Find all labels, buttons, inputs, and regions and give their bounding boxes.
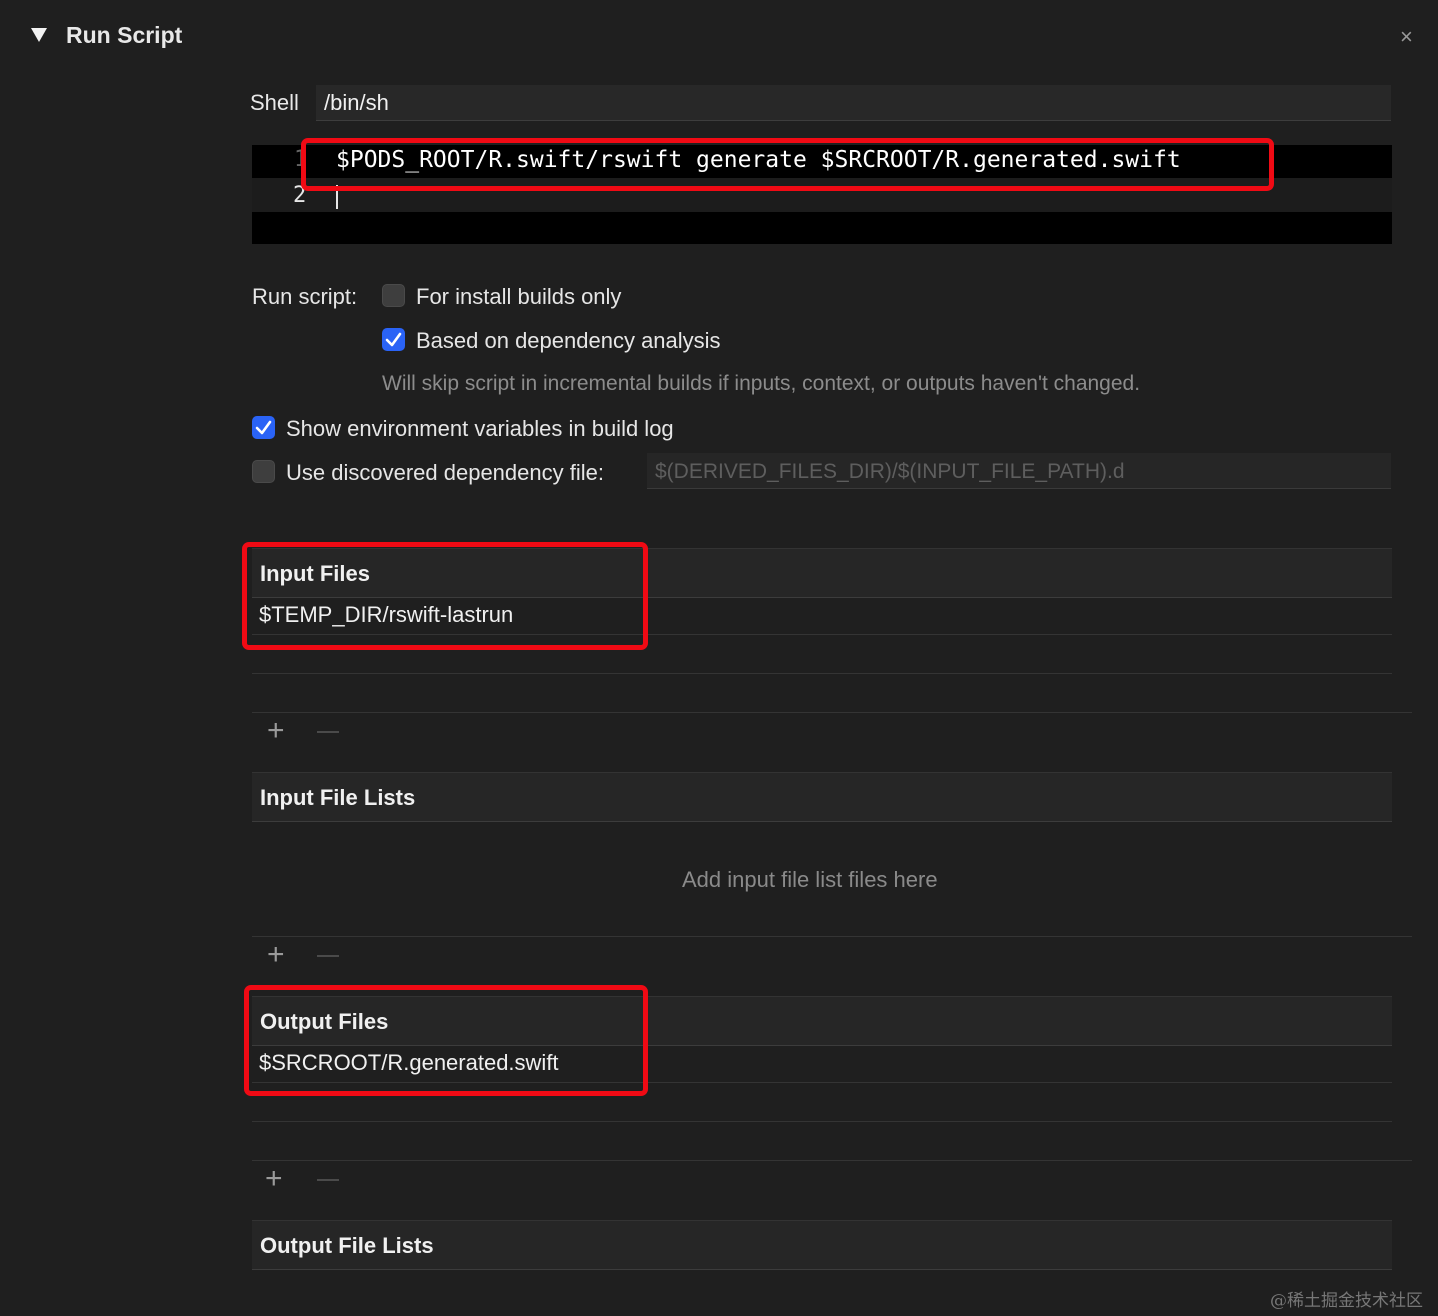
use-dep-file-checkbox[interactable] [252, 460, 275, 483]
dep-file-input[interactable]: $(DERIVED_FILES_DIR)/$(INPUT_FILE_PATH).… [647, 453, 1391, 489]
output-file-lists-header: Output File Lists [252, 1220, 1392, 1270]
shell-input[interactable]: /bin/sh [316, 85, 1391, 121]
install-builds-label: For install builds only [416, 284, 622, 309]
input-file-lists-header: Input File Lists [252, 772, 1392, 822]
dependency-analysis-checkbox[interactable] [382, 328, 405, 351]
table-bottom-divider [252, 712, 1412, 713]
install-builds-checkbox[interactable] [382, 284, 405, 307]
row-divider [252, 1121, 1392, 1122]
highlight-box-script [301, 138, 1274, 191]
show-env-vars-label: Show environment variables in build log [286, 416, 674, 441]
remove-output-file-button[interactable] [317, 1179, 339, 1181]
add-input-file-list-button[interactable]: + [267, 940, 285, 970]
checkmark-icon [385, 332, 402, 347]
disclosure-triangle-icon[interactable] [30, 26, 48, 44]
close-icon[interactable]: × [1400, 24, 1413, 50]
remove-input-file-button[interactable] [317, 731, 339, 733]
watermark: @稀土掘金技术社区 [1270, 1291, 1423, 1311]
use-dep-file-label: Use discovered dependency file: [286, 460, 604, 485]
remove-input-file-list-button[interactable] [317, 955, 339, 957]
editor-bottom-band [252, 212, 1392, 244]
dependency-analysis-label: Based on dependency analysis [416, 328, 721, 353]
dependency-note: Will skip script in incremental builds i… [382, 372, 1141, 395]
add-input-file-button[interactable]: + [267, 716, 285, 746]
show-env-vars-checkbox[interactable] [252, 416, 275, 439]
checkmark-icon [255, 420, 272, 435]
table-bottom-divider [252, 936, 1412, 937]
run-script-label: Run script: [252, 284, 358, 309]
highlight-box-input-files [242, 542, 648, 650]
highlight-box-output-files [244, 985, 648, 1096]
shell-label: Shell [250, 90, 299, 115]
input-file-lists-placeholder: Add input file list files here [682, 867, 938, 892]
section-title: Run Script [66, 22, 183, 48]
row-divider [252, 673, 1392, 674]
table-bottom-divider [252, 1160, 1412, 1161]
add-output-file-button[interactable]: + [265, 1164, 283, 1194]
